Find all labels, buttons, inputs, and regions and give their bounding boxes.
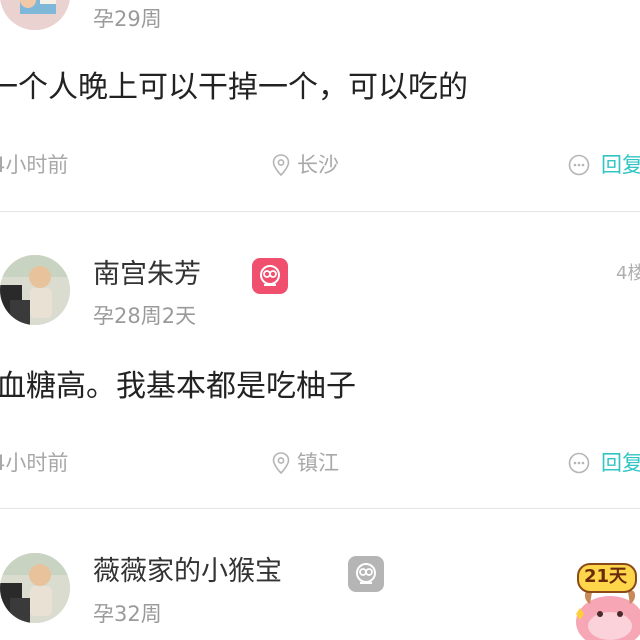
reply-button[interactable]: 回复 bbox=[568, 448, 640, 478]
divider bbox=[0, 211, 640, 212]
badge-logo-icon bbox=[260, 265, 280, 286]
reply-label: 回复 bbox=[601, 451, 640, 475]
avatar-image-icon bbox=[0, 255, 70, 325]
promo-label: 21天 bbox=[584, 566, 628, 587]
pregnancy-week: 孕29周 bbox=[93, 7, 162, 31]
level-badge bbox=[252, 258, 288, 294]
avatar-image-icon bbox=[0, 553, 70, 623]
post-content: 血糖高。我基本都是吃柚子 bbox=[0, 369, 356, 404]
badge-logo-icon bbox=[356, 563, 376, 584]
avatar[interactable] bbox=[0, 0, 70, 30]
avatar[interactable] bbox=[0, 255, 70, 325]
comment-icon bbox=[568, 154, 590, 176]
promo-floating-button[interactable]: 21天 bbox=[570, 556, 640, 640]
user-name[interactable]: 南宫朱芳 bbox=[93, 261, 201, 288]
post-time: 4小时前 bbox=[0, 451, 69, 475]
comment-icon bbox=[568, 452, 590, 474]
avatar-image-icon bbox=[0, 0, 70, 30]
post-time: 4小时前 bbox=[0, 153, 69, 177]
pregnancy-week: 孕32周 bbox=[93, 602, 162, 626]
location-pin-icon bbox=[272, 154, 290, 176]
divider bbox=[0, 508, 640, 509]
location-pin-icon bbox=[272, 452, 290, 474]
post-location: 长沙 bbox=[297, 153, 339, 177]
post-location: 镇江 bbox=[297, 451, 339, 475]
pregnancy-week: 孕28周2天 bbox=[93, 304, 197, 328]
reply-label: 回复 bbox=[601, 153, 640, 177]
level-badge bbox=[348, 556, 384, 592]
reply-button[interactable]: 回复 bbox=[568, 150, 640, 180]
user-name[interactable]: 薇薇家的小猴宝 bbox=[93, 558, 282, 585]
avatar[interactable] bbox=[0, 553, 70, 623]
floor-number: 4楼 bbox=[616, 263, 640, 284]
post-content: 一个人晚上可以干掉一个，可以吃的 bbox=[0, 70, 468, 105]
